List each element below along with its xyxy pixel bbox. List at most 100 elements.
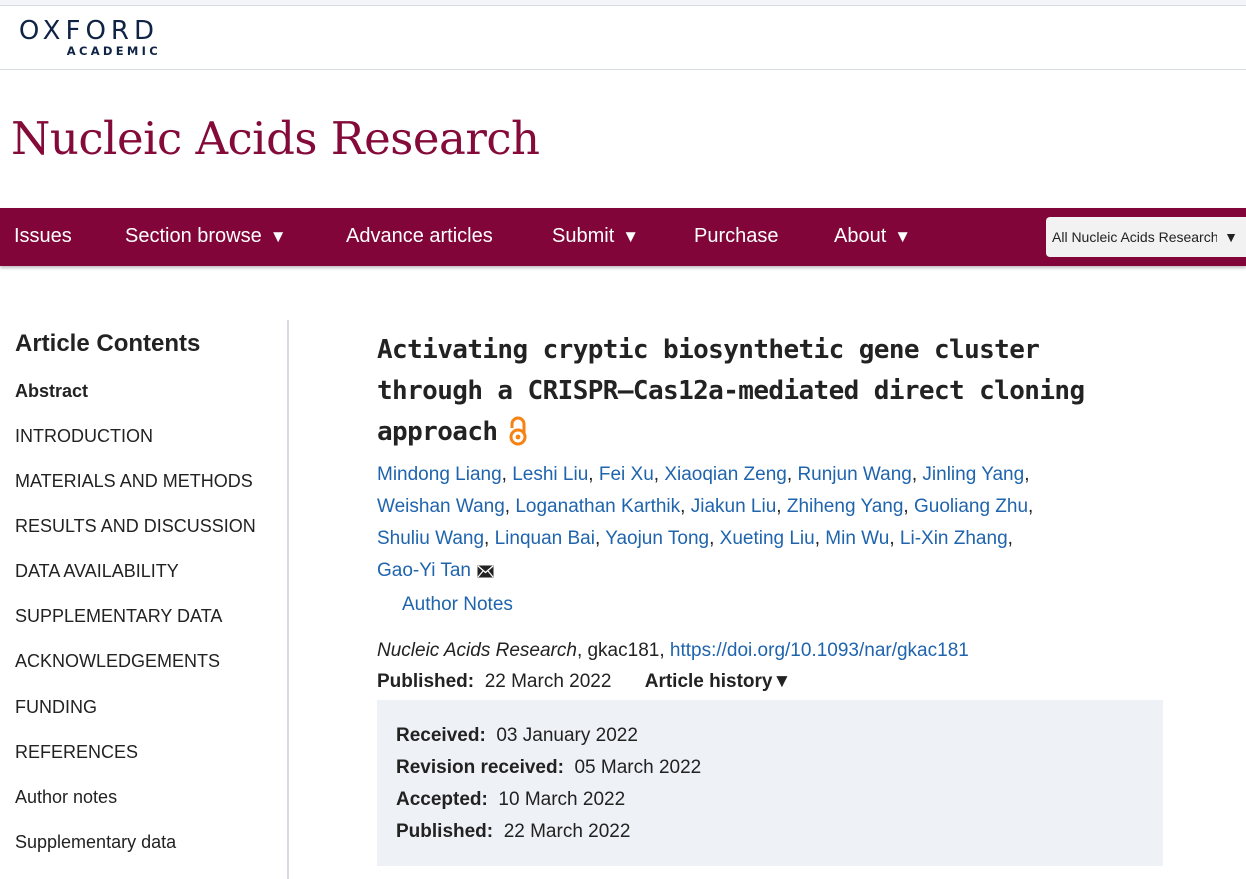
- citation-line: Nucleic Acids Research, gkac181, https:/…: [377, 635, 1177, 666]
- nav-label: Submit: [552, 225, 615, 247]
- author-link[interactable]: Li-Xin Zhang: [900, 528, 1008, 549]
- author-separator: ,: [709, 528, 720, 549]
- author-separator: ,: [594, 528, 606, 549]
- author-link[interactable]: Runjun Wang: [797, 464, 911, 485]
- toc-supplementary-data[interactable]: SUPPLEMENTARY DATA: [15, 606, 222, 627]
- citation-id: , gkac181,: [576, 640, 670, 661]
- logo-line-2: ACADEMIC: [66, 44, 161, 58]
- history-label: Accepted:: [396, 789, 488, 810]
- author-link[interactable]: Min Wu: [825, 528, 889, 549]
- author-separator: ,: [501, 464, 513, 485]
- toc-abstract[interactable]: Abstract: [15, 381, 88, 402]
- history-label: Received:: [396, 725, 486, 746]
- site-header: OXFORD ACADEMIC: [0, 6, 1246, 70]
- toc-author-notes[interactable]: Author notes: [15, 787, 117, 808]
- author-link[interactable]: Jinling Yang: [922, 464, 1024, 485]
- nav-section-browse[interactable]: Section browse ▼: [125, 208, 287, 266]
- author-separator: ,: [653, 464, 665, 485]
- toc-results-discussion[interactable]: RESULTS AND DISCUSSION: [15, 516, 256, 537]
- author-link[interactable]: Zhiheng Yang: [787, 496, 904, 517]
- author-link[interactable]: Guoliang Zhu: [914, 496, 1028, 517]
- author-link[interactable]: Mindong Liang: [377, 464, 502, 485]
- author-link[interactable]: Yaojun Tong: [605, 528, 709, 549]
- author-separator: ,: [786, 464, 798, 485]
- author-separator: ,: [484, 528, 495, 549]
- open-access-icon: [507, 416, 529, 459]
- toc-references[interactable]: REFERENCES: [15, 742, 138, 763]
- history-date: 03 January 2022: [496, 725, 638, 746]
- toc-data-availability[interactable]: DATA AVAILABILITY: [15, 561, 179, 582]
- toc-materials-methods[interactable]: MATERIALS AND METHODS: [15, 471, 253, 492]
- author-separator: ,: [814, 528, 826, 549]
- caret-down-icon: ▼: [1224, 229, 1238, 245]
- nav-label: About: [834, 225, 887, 247]
- article-header: Activating cryptic biosynthetic gene clu…: [377, 330, 1177, 866]
- article-history-toggle[interactable]: Article history▼: [645, 671, 792, 692]
- published-label: Published:: [377, 671, 475, 692]
- author-link[interactable]: Linquan Bai: [495, 528, 595, 549]
- mail-icon[interactable]: [477, 557, 494, 589]
- caret-down-icon: ▼: [269, 227, 287, 246]
- history-label: Revision received:: [396, 757, 564, 778]
- nav-label: Purchase: [694, 225, 779, 247]
- search-scope-value: All Nucleic Acids Research: [1052, 229, 1217, 245]
- author-link[interactable]: Gao-Yi Tan: [377, 560, 471, 581]
- caret-down-icon: ▼: [772, 671, 792, 692]
- author-separator: ,: [889, 528, 900, 549]
- toc-supplementary-data-link[interactable]: Supplementary data: [15, 832, 176, 853]
- journal-title[interactable]: Nucleic Acids Research: [11, 112, 540, 165]
- history-date: 22 March 2022: [503, 821, 631, 842]
- author-separator: ,: [1028, 496, 1034, 517]
- author-link[interactable]: Leshi Liu: [512, 464, 588, 485]
- author-list: Mindong Liang, Leshi Liu, Fei Xu, Xiaoqi…: [377, 459, 1137, 589]
- article-contents-sidebar: Article Contents Abstract INTRODUCTION M…: [0, 320, 289, 879]
- history-label: Published:: [396, 821, 494, 842]
- journal-nav: Issues Section browse ▼ Advance articles …: [0, 208, 1246, 266]
- history-row: Accepted: 10 March 2022: [396, 784, 1144, 816]
- nav-about[interactable]: About ▼: [834, 208, 911, 266]
- author-link[interactable]: Jiakun Liu: [691, 496, 777, 517]
- author-separator: ,: [588, 464, 599, 485]
- author-separator: ,: [504, 496, 516, 517]
- history-row: Revision received: 05 March 2022: [396, 752, 1144, 784]
- nav-advance-articles[interactable]: Advance articles: [346, 208, 493, 266]
- author-link[interactable]: Xueting Liu: [720, 528, 815, 549]
- author-separator: ,: [903, 496, 914, 517]
- article-title: Activating cryptic biosynthetic gene clu…: [377, 335, 1085, 447]
- nav-submit[interactable]: Submit ▼: [552, 208, 639, 266]
- author-link[interactable]: Xiaoqian Zeng: [664, 464, 787, 485]
- author-separator: ,: [911, 464, 923, 485]
- logo-line-1: OXFORD: [18, 16, 159, 46]
- author-separator: ,: [776, 496, 787, 517]
- author-link[interactable]: Loganathan Karthik: [515, 496, 680, 517]
- published-date: 22 March 2022: [484, 671, 612, 692]
- caret-down-icon: ▼: [622, 227, 640, 246]
- author-link[interactable]: Weishan Wang: [377, 496, 505, 517]
- author-separator: ,: [1007, 528, 1013, 549]
- toc-acknowledgements[interactable]: ACKNOWLEDGEMENTS: [15, 651, 220, 672]
- article-title-block: Activating cryptic biosynthetic gene clu…: [377, 330, 1137, 459]
- sidebar-heading: Article Contents: [15, 330, 201, 357]
- nav-issues[interactable]: Issues: [14, 208, 72, 266]
- nav-purchase[interactable]: Purchase: [694, 208, 779, 266]
- published-row: Published: 22 March 2022 Article history…: [377, 666, 1177, 697]
- author-separator: ,: [680, 496, 691, 517]
- citation-journal: Nucleic Acids Research: [377, 640, 577, 661]
- nav-label: Section browse: [125, 225, 262, 247]
- history-row: Published: 22 March 2022: [396, 816, 1144, 848]
- search-scope-select[interactable]: All Nucleic Acids Research ▼: [1046, 217, 1246, 257]
- history-date: 10 March 2022: [498, 789, 626, 810]
- author-link[interactable]: Fei Xu: [599, 464, 654, 485]
- author-link[interactable]: Shuliu Wang: [377, 528, 484, 549]
- author-notes-link[interactable]: Author Notes: [402, 589, 1177, 621]
- toc-introduction[interactable]: INTRODUCTION: [15, 426, 153, 447]
- article-history-panel: Received: 03 January 2022 Revision recei…: [377, 700, 1163, 866]
- nav-label: Advance articles: [346, 225, 493, 247]
- article-history-label: Article history: [644, 671, 773, 692]
- toc-funding[interactable]: FUNDING: [15, 697, 97, 718]
- caret-down-icon: ▼: [894, 227, 912, 246]
- oxford-academic-logo[interactable]: OXFORD ACADEMIC: [13, 18, 159, 58]
- author-separator: ,: [1024, 464, 1030, 485]
- history-row: Received: 03 January 2022: [396, 720, 1144, 752]
- doi-link[interactable]: https://doi.org/10.1093/nar/gkac181: [670, 640, 969, 661]
